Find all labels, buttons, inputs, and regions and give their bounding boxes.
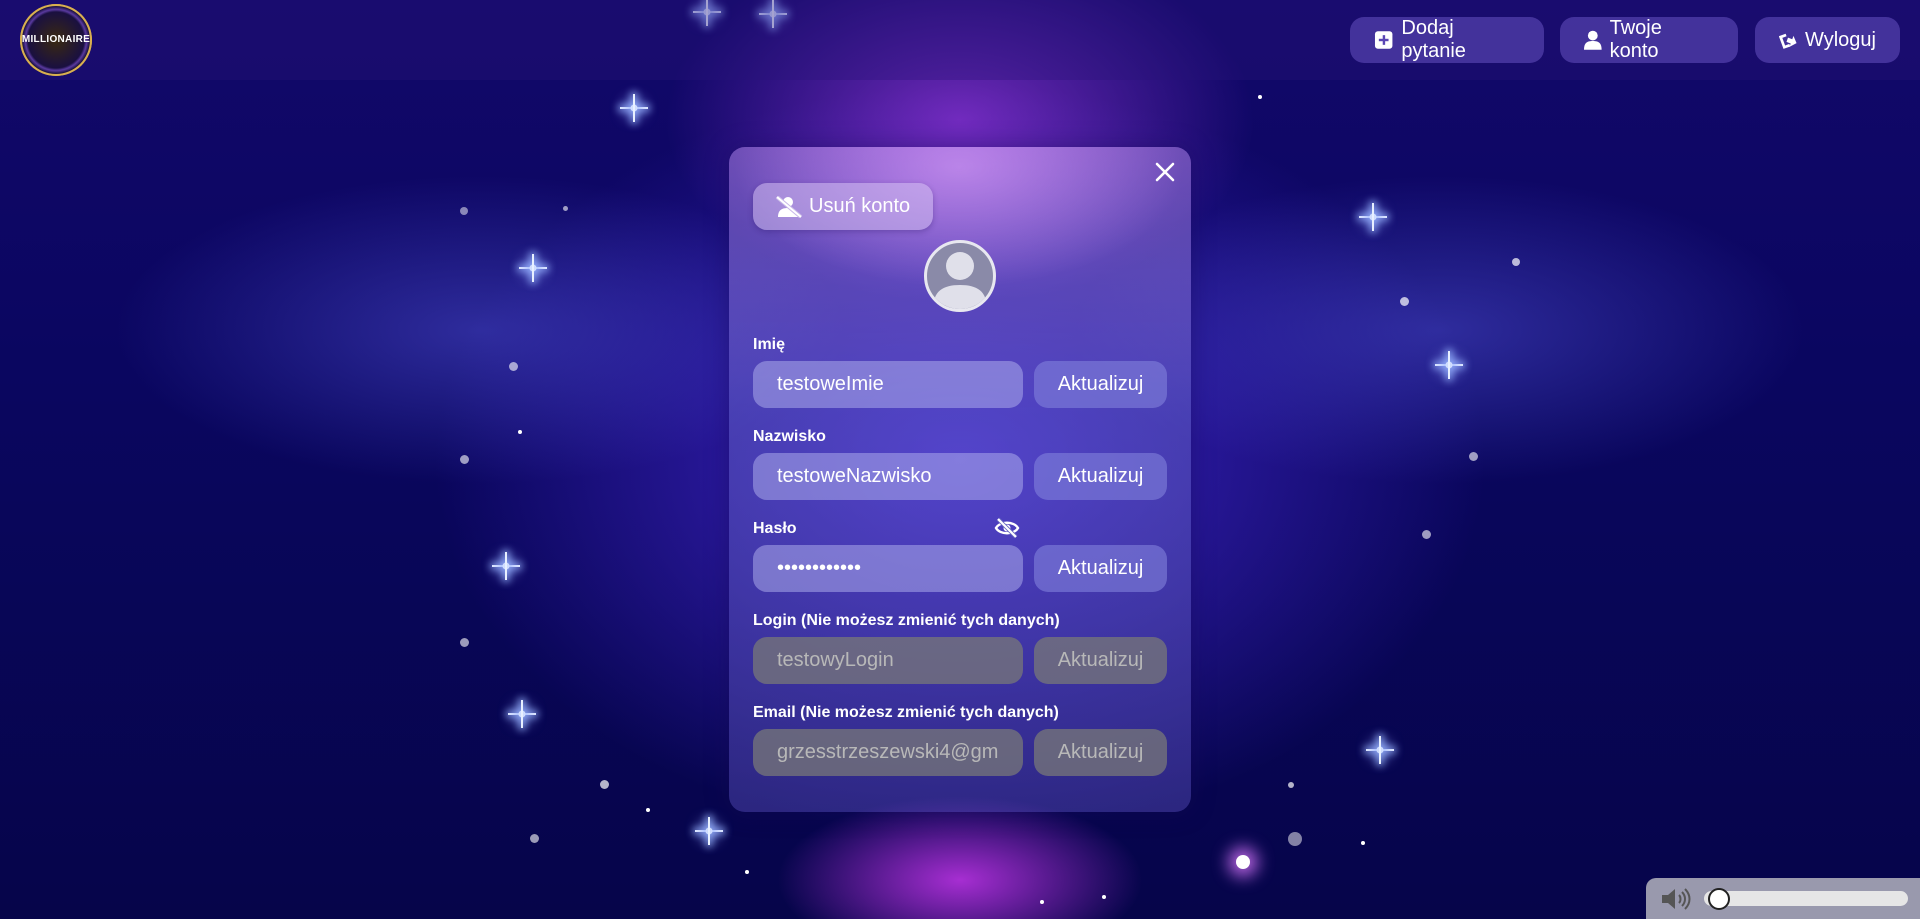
sparkle	[1359, 203, 1387, 231]
update-password-button[interactable]: Aktualizuj	[1034, 545, 1167, 592]
star	[563, 206, 568, 211]
star	[1288, 782, 1294, 788]
logo-text: MILLIONAIRE	[21, 34, 91, 45]
update-first-name-button[interactable]: Aktualizuj	[1034, 361, 1167, 408]
star	[1361, 841, 1365, 845]
sparkle	[620, 94, 648, 122]
login-input	[753, 637, 1023, 684]
user-slash-icon	[775, 195, 803, 218]
star	[460, 207, 468, 215]
star	[1469, 452, 1478, 461]
star	[1102, 895, 1106, 899]
email-label: Email (Nie możesz zmienić tych danych)	[753, 704, 1059, 721]
star	[1400, 297, 1409, 306]
email-input	[753, 729, 1023, 776]
volume-slider-thumb[interactable]	[1707, 888, 1730, 910]
first-name-input[interactable]	[753, 361, 1023, 408]
logout-button[interactable]: Wyloguj	[1755, 17, 1900, 63]
logout-label: Wyloguj	[1805, 28, 1876, 51]
star	[1422, 530, 1431, 539]
user-icon	[1584, 30, 1602, 50]
star	[518, 430, 522, 434]
last-name-label: Nazwisko	[753, 428, 826, 445]
your-account-label: Twoje konto	[1609, 17, 1662, 62]
sparkle	[492, 552, 520, 580]
delete-account-label: Usuń konto	[809, 195, 911, 217]
first-name-label: Imię	[753, 336, 786, 353]
star	[460, 638, 469, 647]
volume-control	[1646, 878, 1920, 919]
add-question-label: Dodaj pytanie	[1401, 17, 1466, 62]
sparkle	[1435, 351, 1463, 379]
top-bar: MILLIONAIRE Dodaj pytanie Twoje konto Wy…	[0, 0, 1920, 80]
update-last-name-button[interactable]: Aktualizuj	[1034, 453, 1167, 500]
speaker-icon[interactable]	[1660, 887, 1692, 911]
logout-icon	[1779, 33, 1797, 49]
close-icon[interactable]	[1153, 160, 1177, 184]
star	[1236, 855, 1250, 869]
star	[646, 808, 650, 812]
password-label: Hasło	[753, 520, 797, 537]
star	[460, 455, 469, 464]
sparkle	[695, 817, 723, 845]
star	[745, 870, 749, 874]
sparkle	[1366, 736, 1394, 764]
plus-square-icon	[1374, 31, 1393, 49]
sparkle	[508, 700, 536, 728]
star	[1258, 95, 1262, 99]
volume-slider-track[interactable]	[1704, 891, 1908, 906]
login-label: Login (Nie możesz zmienić tych danych)	[753, 612, 1060, 629]
star	[600, 780, 609, 789]
update-email-button: Aktualizuj	[1034, 729, 1167, 776]
star	[1512, 258, 1520, 266]
account-modal: Usuń konto Imię Aktualizuj Nazwisko Aktu…	[729, 147, 1191, 812]
star	[530, 834, 539, 843]
millionaire-logo[interactable]: MILLIONAIRE	[20, 4, 92, 76]
sparkle	[519, 254, 547, 282]
update-login-button: Aktualizuj	[1034, 637, 1167, 684]
delete-account-button[interactable]: Usuń konto	[753, 183, 933, 230]
your-account-button[interactable]: Twoje konto	[1560, 17, 1738, 63]
avatar	[924, 240, 996, 312]
avatar-user-icon	[933, 252, 987, 309]
add-question-button[interactable]: Dodaj pytanie	[1350, 17, 1544, 63]
last-name-input[interactable]	[753, 453, 1023, 500]
star	[509, 362, 518, 371]
password-input[interactable]	[753, 545, 1023, 592]
star	[1040, 900, 1044, 904]
eye-slash-icon[interactable]	[994, 517, 1020, 539]
star	[1288, 832, 1302, 846]
